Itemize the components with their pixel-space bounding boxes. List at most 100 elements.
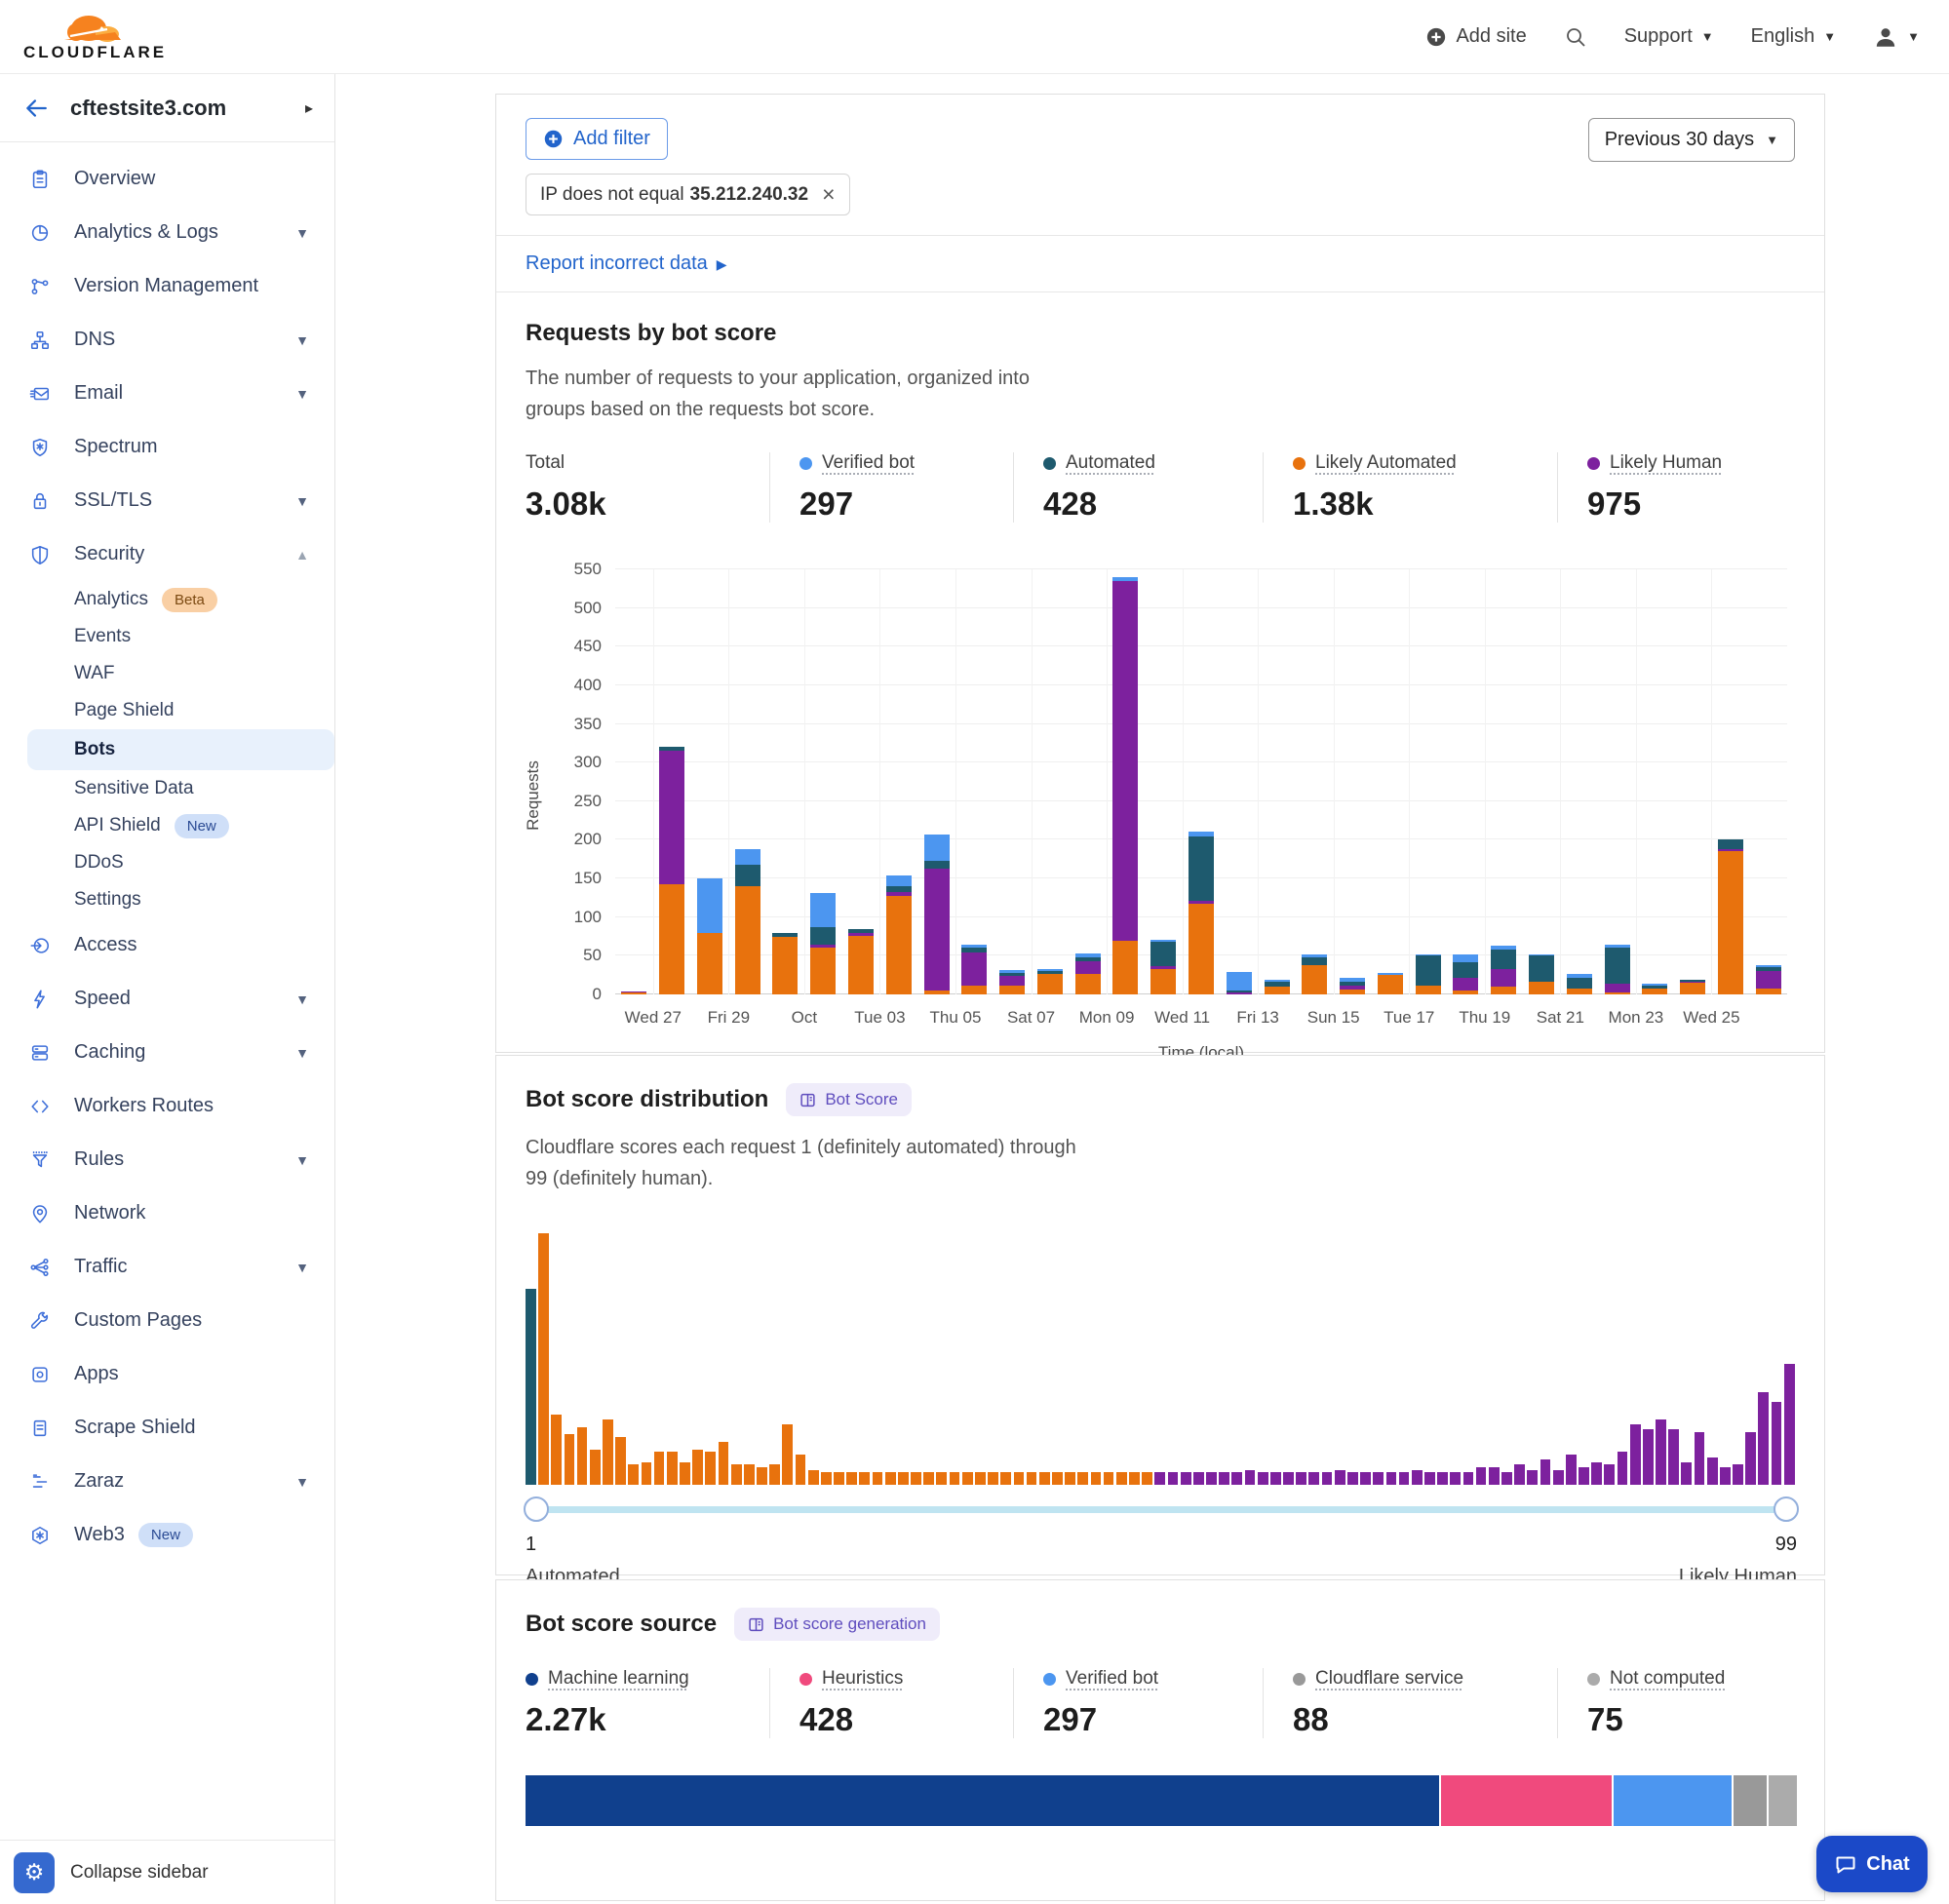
sidebar-item-rules[interactable]: Rules▼ [0, 1133, 334, 1186]
sidebar-subitem-page-shield[interactable]: Page Shield [0, 692, 334, 729]
sidebar-item-workers-routes[interactable]: Workers Routes [0, 1079, 334, 1133]
search-button[interactable] [1564, 25, 1587, 49]
sidebar-item-traffic[interactable]: Traffic▼ [0, 1240, 334, 1294]
zaraz-icon [29, 1471, 51, 1493]
stat-label[interactable]: Automated [1066, 452, 1155, 474]
date-range-select[interactable]: Previous 30 days▼ [1588, 118, 1795, 162]
gridline [879, 569, 880, 994]
cloudflare-logo[interactable]: CLOUDFLARE [23, 11, 167, 62]
histogram-bar-score-19 [757, 1467, 767, 1485]
sidebar-subitem-events[interactable]: Events [0, 618, 334, 655]
sidebar-item-scrape-shield[interactable]: Scrape Shield [0, 1401, 334, 1455]
sidebar-subitem-bots[interactable]: Bots [27, 729, 334, 770]
sidebar-item-network[interactable]: Network [0, 1186, 334, 1240]
collapse-sidebar-button[interactable]: ⚙ Collapse sidebar [0, 1840, 334, 1904]
sidebar-item-zaraz[interactable]: Zaraz▼ [0, 1455, 334, 1508]
stat-value: 975 [1587, 486, 1772, 523]
slider-handle-max[interactable] [1774, 1496, 1799, 1522]
stat-label[interactable]: Verified bot [1066, 1668, 1158, 1690]
bar-segment-likely-automated [1112, 941, 1138, 994]
x-axis-tick: Wed 11 [1139, 1008, 1227, 1028]
requests-stats-row: Total3.08kVerified bot297Automated428Lik… [526, 452, 1795, 523]
stat-value: 1.38k [1293, 486, 1534, 523]
report-incorrect-data-link[interactable]: Report incorrect data▶ [526, 253, 727, 274]
arrow-right-icon: ▶ [717, 256, 727, 272]
stat-label[interactable]: Machine learning [548, 1668, 689, 1690]
sidebar-item-apps[interactable]: Apps [0, 1347, 334, 1401]
sidebar-item-access[interactable]: Access [0, 918, 334, 972]
stat-label[interactable]: Likely Human [1610, 452, 1722, 474]
sidebar-item-email[interactable]: Email▼ [0, 367, 334, 420]
x-axis-tick: Wed 27 [609, 1008, 697, 1028]
sidebar-item-security[interactable]: Security ▲ [0, 527, 334, 581]
chart-bar [1642, 984, 1667, 994]
cloudflare-cloud-icon [62, 11, 127, 42]
requests-title: Requests by bot score [526, 320, 1795, 347]
sidebar-subitem-settings[interactable]: Settings [0, 881, 334, 918]
histogram-bar-score-81 [1553, 1470, 1564, 1485]
sidebar-item-web3[interactable]: Web3New [0, 1508, 334, 1562]
histogram-bar-score-25 [834, 1472, 844, 1485]
x-axis-tick: Mon 23 [1592, 1008, 1680, 1028]
histogram-bar-score-46 [1104, 1472, 1114, 1485]
sidebar-item-version-management[interactable]: Version Management [0, 259, 334, 313]
histogram-bar-score-14 [692, 1450, 703, 1485]
sidebar-item-caching[interactable]: Caching▼ [0, 1026, 334, 1079]
y-axis-tick: 200 [526, 830, 602, 849]
stat-label[interactable]: Not computed [1610, 1668, 1725, 1690]
sidebar: cftestsite3.com ▸ OverviewAnalytics & Lo… [0, 74, 335, 1904]
slider-handle-min[interactable] [524, 1496, 549, 1522]
stat-label[interactable]: Heuristics [822, 1668, 903, 1690]
account-menu[interactable]: ▼ [1873, 24, 1920, 50]
sidebar-item-ssl-tls[interactable]: SSL/TLS▼ [0, 474, 334, 527]
stat-cloudflare-service: Cloudflare service88 [1263, 1668, 1557, 1738]
sidebar-item-dns[interactable]: DNS▼ [0, 313, 334, 367]
sidebar-item-speed[interactable]: Speed▼ [0, 972, 334, 1026]
support-menu[interactable]: Support▼ [1624, 25, 1714, 48]
stat-label[interactable]: Likely Automated [1315, 452, 1457, 474]
sidebar-item-spectrum[interactable]: Spectrum [0, 420, 334, 474]
legend-dot-icon [1587, 457, 1600, 470]
apps-icon [29, 1364, 51, 1385]
filter-chip: IP does not equal35.212.240.32 × [526, 174, 850, 215]
x-axis-tick: Wed 25 [1667, 1008, 1755, 1028]
sidebar-subitem-waf[interactable]: WAF [0, 655, 334, 692]
sidebar-subitem-sensitive-data[interactable]: Sensitive Data [0, 770, 334, 807]
gridline [615, 723, 1787, 724]
back-arrow-icon[interactable] [23, 96, 49, 121]
stat-label[interactable]: Verified bot [822, 452, 915, 474]
chevron-up-icon: ▲ [295, 547, 309, 563]
sidebar-item-analytics-logs[interactable]: Analytics & Logs▼ [0, 206, 334, 259]
sidebar-item-label: Custom Pages [74, 1309, 202, 1332]
histogram-bar-score-13 [680, 1462, 690, 1485]
gridline [615, 800, 1787, 801]
sidebar-item-label: Network [74, 1202, 145, 1224]
gear-icon[interactable]: ⚙ [14, 1852, 55, 1893]
language-menu[interactable]: English▼ [1751, 25, 1836, 48]
site-selector[interactable]: cftestsite3.com ▸ [0, 74, 334, 142]
gridline [1636, 569, 1637, 994]
bot-score-generation-badge[interactable]: Bot score generation [734, 1608, 940, 1641]
histogram-bar-score-42 [1052, 1472, 1063, 1485]
bar-segment-automated [810, 927, 836, 945]
bar-segment-likely-automated [1642, 989, 1667, 994]
gridline [1485, 569, 1486, 994]
sidebar-subitem-api-shield[interactable]: API ShieldNew [0, 807, 334, 844]
sidebar-item-custom-pages[interactable]: Custom Pages [0, 1294, 334, 1347]
sidebar-item-overview[interactable]: Overview [0, 152, 334, 206]
sidebar-item-label: Apps [74, 1363, 119, 1385]
histogram-bar-score-89 [1656, 1419, 1666, 1485]
bot-score-badge[interactable]: Bot Score [786, 1083, 912, 1116]
add-filter-button[interactable]: Add filter [526, 118, 668, 160]
sidebar-item-label: Security [74, 543, 144, 565]
x-axis-tick: Fri 29 [684, 1008, 772, 1028]
histogram-bar-score-50 [1154, 1472, 1165, 1485]
histogram-bar-score-35 [962, 1472, 973, 1485]
sidebar-subitem-ddos[interactable]: DDoS [0, 844, 334, 881]
chat-button[interactable]: Chat [1816, 1836, 1928, 1892]
add-site-button[interactable]: Add site [1425, 25, 1526, 48]
remove-filter-icon[interactable]: × [822, 183, 835, 206]
stat-label[interactable]: Cloudflare service [1315, 1668, 1463, 1690]
sidebar-subitem-analytics[interactable]: AnalyticsBeta [0, 581, 334, 618]
bar-segment-likely-automated [1378, 975, 1403, 994]
